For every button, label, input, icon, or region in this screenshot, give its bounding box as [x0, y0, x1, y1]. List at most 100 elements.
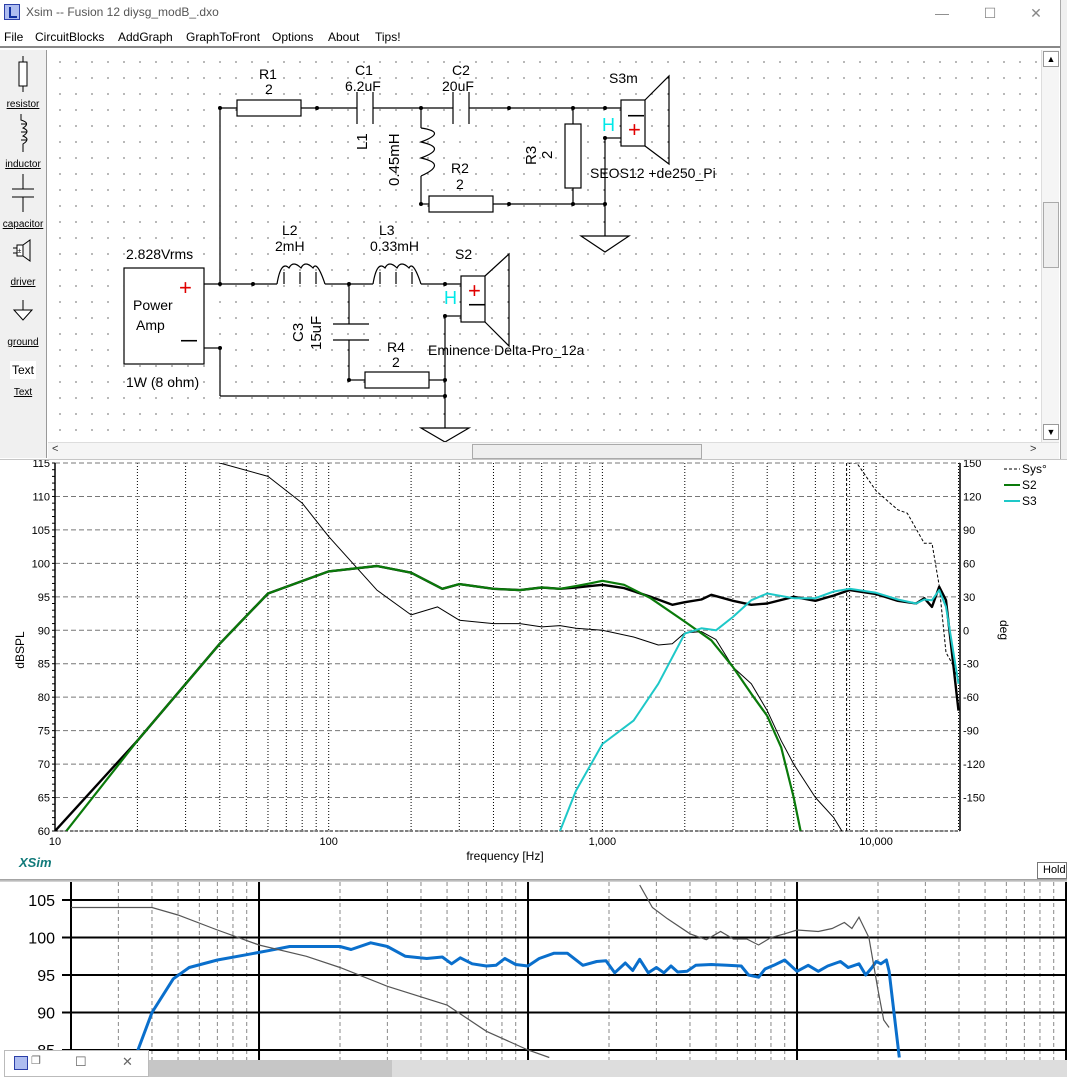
menu-tips[interactable]: Tips!	[375, 30, 401, 44]
series-s3	[559, 587, 960, 831]
series-s2	[65, 564, 802, 831]
series-s3-phase-ref	[219, 463, 843, 831]
close-button[interactable]: ✕	[1013, 0, 1059, 28]
measured-graph-window: 105100959085	[0, 882, 1067, 1077]
palette-label: inductor	[5, 159, 41, 170]
series-sys	[55, 564, 960, 831]
y2-tick-label: 120	[963, 491, 981, 503]
title-bar: Xsim -- Fusion 12 diysg_modB_.dxo — ☐ ✕	[0, 0, 1060, 28]
y-tick-label: 100	[32, 558, 50, 570]
component-palette: resistor inductor capacitor ± driver gro…	[0, 50, 47, 458]
palette-inductor[interactable]: inductor	[0, 114, 46, 170]
palette-label: ground	[7, 337, 39, 348]
r3-value: 2	[539, 150, 556, 159]
y-tick-label: 105	[28, 893, 55, 910]
x-tick-label: 10,000	[859, 836, 893, 848]
palette-driver[interactable]: ± driver	[0, 238, 46, 288]
bottom-horizontal-scrollbar[interactable]	[148, 1060, 1067, 1077]
x-tick-label: 1,000	[589, 836, 617, 848]
y2-tick-label: -30	[963, 659, 979, 671]
scroll-down-arrow[interactable]: ▼	[1043, 424, 1059, 440]
spl-phase-chart: 6065707580859095100105110115 150120906030…	[13, 458, 1047, 863]
menu-options[interactable]: Options	[272, 30, 313, 44]
legend-label: S3	[1022, 494, 1037, 508]
y2-tick-label: -90	[963, 726, 979, 738]
l1-name: L1	[354, 133, 371, 150]
restore-icon[interactable]: ❐	[31, 1054, 41, 1067]
scroll-left-arrow[interactable]: <	[52, 443, 58, 455]
minimize-button[interactable]: —	[919, 0, 965, 28]
capacitor-icon	[12, 174, 34, 212]
palette-label: driver	[10, 277, 36, 288]
minimized-window[interactable]: ❐ ☐ ✕	[4, 1050, 149, 1077]
x-tick-label: 10	[49, 836, 61, 848]
y-tick-label: 95	[38, 592, 50, 604]
menu-graphtofront[interactable]: GraphToFront	[186, 30, 260, 44]
palette-label: capacitor	[2, 219, 44, 230]
scrollbar-thumb[interactable]	[1043, 202, 1059, 268]
schematic-canvas[interactable]: R1 2 C1 6.2uF C2 20uF L1 0.45mH R2 2 R3 …	[48, 50, 1041, 442]
spl-chart-window: 60 65 70 75 80 85 90 95 100 105 110 115 150 120 90 60 30…	[0, 458, 1067, 880]
schematic-vertical-scrollbar[interactable]: ▲ ▼	[1041, 50, 1059, 442]
ground-icon	[12, 300, 34, 321]
close-icon[interactable]: ✕	[122, 1054, 133, 1070]
scroll-right-arrow[interactable]: >	[1030, 443, 1036, 455]
y-tick-label: 90	[37, 1006, 55, 1023]
y2-tick-label: 0	[963, 625, 969, 637]
maximize-button[interactable]: ☐	[967, 0, 1013, 28]
series-phase-ref-hf	[639, 884, 890, 1028]
r4-name: R4	[387, 339, 405, 355]
inductor-icon	[20, 114, 28, 152]
y-tick-label: 65	[38, 793, 50, 805]
hold-button[interactable]: Hold	[1037, 862, 1067, 879]
y-tick-label: 115	[32, 460, 50, 470]
y2-axis-label: deg	[997, 620, 1011, 640]
r1-value: 2	[265, 81, 273, 97]
scroll-up-arrow[interactable]: ▲	[1043, 51, 1059, 67]
amp-power: 1W (8 ohm)	[126, 374, 200, 390]
x-axis-label: frequency [Hz]	[466, 849, 543, 863]
palette-capacitor[interactable]: capacitor	[0, 174, 46, 230]
amp-voltage: 2.828Vrms	[126, 246, 194, 262]
y2-tick-label: 150	[963, 460, 981, 470]
s3-polarity-tag: H	[602, 115, 615, 135]
r2-name: R2	[451, 160, 469, 176]
y-tick-label: 75	[38, 726, 50, 738]
s3-model: SEOS12 +de250_Pi	[590, 165, 716, 181]
measured-response-chart: 105100959085	[28, 882, 1067, 1077]
y2-tick-label: 30	[963, 592, 975, 604]
driver-icon: ±	[13, 239, 31, 262]
maximize-icon[interactable]: ☐	[75, 1054, 87, 1070]
l3-value: 0.33mH	[370, 238, 420, 254]
c2-value: 20uF	[442, 78, 474, 94]
menu-file[interactable]: File	[4, 30, 23, 44]
palette-label: Text	[13, 387, 33, 398]
c1-value: 6.2uF	[345, 78, 381, 94]
palette-text[interactable]: Text Text	[0, 361, 46, 398]
resistor-icon	[18, 56, 28, 92]
y2-tick-label: 90	[963, 525, 975, 537]
background-window-edge	[1060, 0, 1067, 460]
amp-name-1: Power	[133, 297, 173, 313]
palette-resistor[interactable]: resistor	[0, 56, 46, 110]
scrollbar-thumb[interactable]	[148, 1060, 392, 1077]
svg-text:±: ±	[18, 248, 22, 255]
y2-tick-label: 60	[963, 558, 975, 570]
menu-addgraph[interactable]: AddGraph	[118, 30, 173, 44]
scrollbar-thumb[interactable]	[472, 444, 702, 459]
text-box-icon: Text	[9, 361, 36, 379]
y2-tick-label: -150	[963, 793, 985, 805]
menu-circuitblocks[interactable]: CircuitBlocks	[35, 30, 104, 44]
y2-tick-label: -120	[963, 759, 985, 771]
y-axis-label: dBSPL	[13, 631, 27, 669]
palette-ground[interactable]: ground	[0, 300, 46, 348]
amp-name-2: Amp	[136, 317, 165, 333]
c3-value: 15uF	[308, 315, 325, 350]
r2-value: 2	[456, 176, 464, 192]
y-tick-label: 85	[38, 659, 50, 671]
l3-name: L3	[379, 222, 395, 238]
schematic-horizontal-scrollbar[interactable]: < >	[48, 442, 1059, 459]
s2-minus: —	[469, 296, 485, 313]
menu-about[interactable]: About	[328, 30, 359, 44]
r3-name: R3	[523, 145, 540, 165]
